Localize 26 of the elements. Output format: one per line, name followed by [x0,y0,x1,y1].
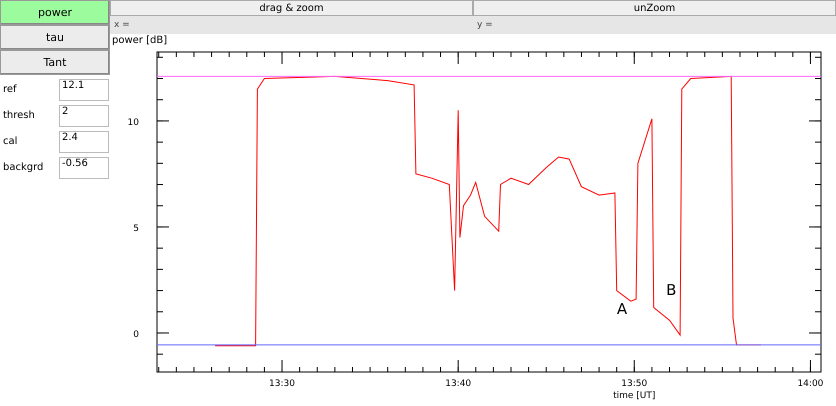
x-tick-label: 13:40 [445,379,472,389]
y-tick-label: 0 [133,330,139,340]
y-readout: y = [476,20,494,30]
field-label: thresh [2,110,36,121]
input-field[interactable]: 12.1 [59,78,109,100]
toolbar-button[interactable]: unZoom [473,0,836,16]
field-label: ref [2,84,18,95]
tab[interactable]: Tant [0,50,110,75]
y-tick-label: 10 [128,118,139,128]
x-tick-label: 13:30 [269,379,295,389]
tab[interactable]: tau [0,25,110,50]
field-label: cal [2,136,18,147]
annotation-label: A [616,300,628,318]
x-tick-label: 14:00 [797,379,824,389]
y-axis-label: power [dB] [112,35,168,46]
field-label: backgrd [2,162,44,173]
tab[interactable]: power [0,0,110,25]
x-axis-label: time [UT] [613,391,656,401]
input-field[interactable]: 2 [59,104,109,126]
x-tick-label: 13:50 [621,379,648,389]
y-tick-label: 5 [133,224,139,234]
x-readout: x = [113,20,131,30]
annotation-label: B [666,280,676,299]
input-field[interactable]: 2.4 [59,130,109,152]
toolbar-button[interactable]: drag & zoom [110,0,473,16]
input-field[interactable]: -0.56 [59,156,109,178]
